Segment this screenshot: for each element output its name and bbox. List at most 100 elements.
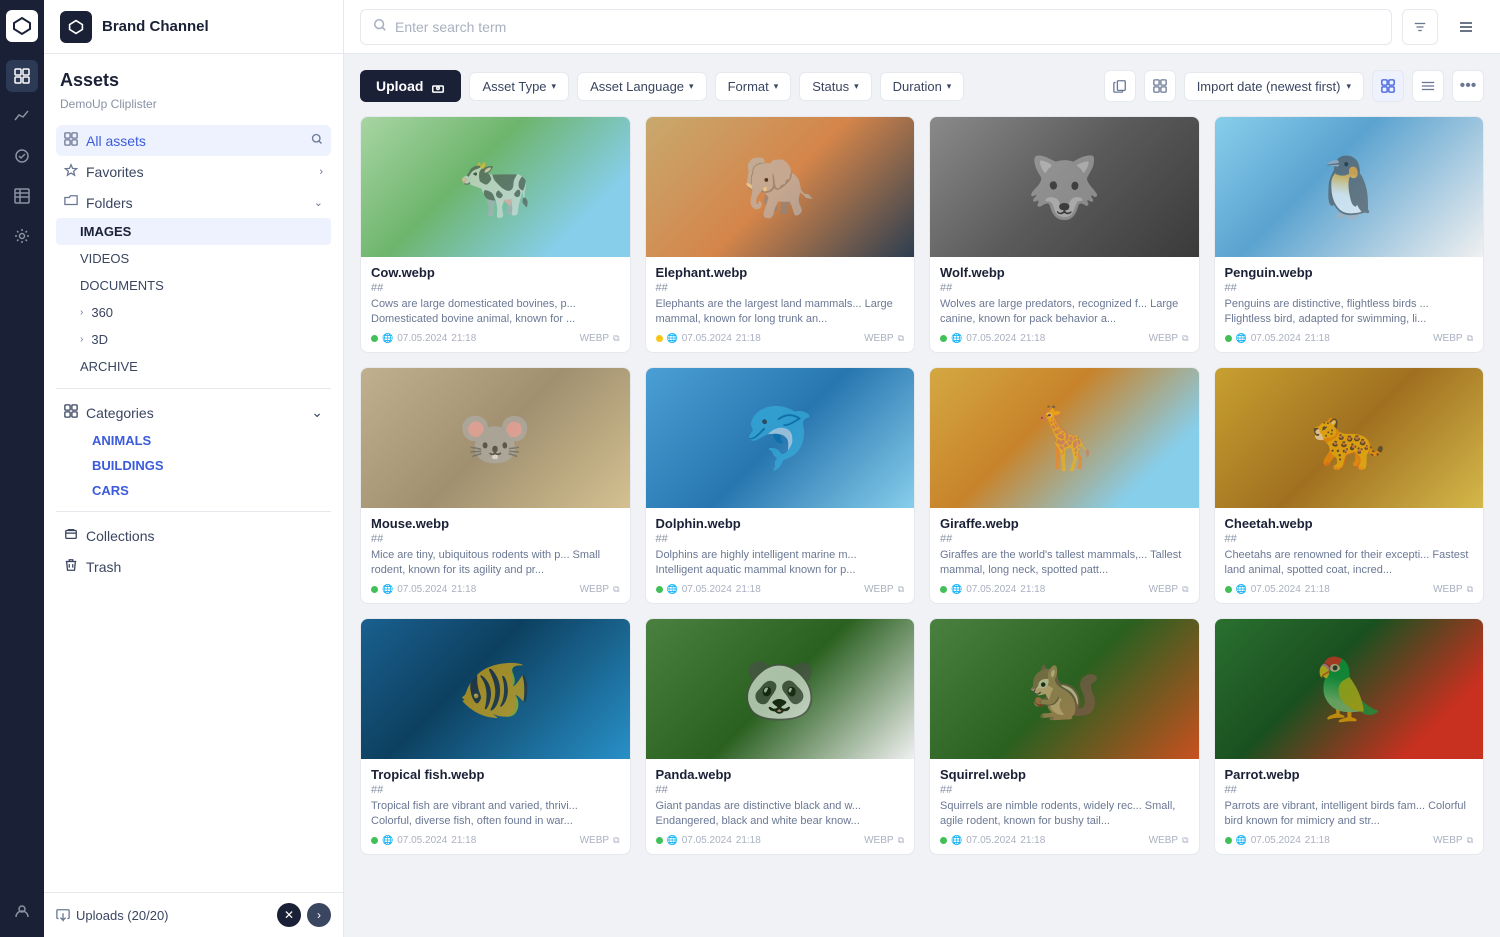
all-assets-search-icon[interactable] [311, 133, 323, 148]
asset-card-cow[interactable]: 🐄 Cow.webp ## Cows are large domesticate… [360, 116, 631, 353]
asset-tags-cow: ## [371, 282, 620, 294]
asset-name-parrot: Parrot.webp [1225, 767, 1474, 782]
asset-tags-dolphin: ## [656, 533, 905, 545]
more-options-btn[interactable]: ••• [1452, 70, 1484, 102]
sidebar-icon-check[interactable] [6, 140, 38, 172]
sort-chevron: ▾ [1346, 81, 1351, 92]
asset-card-squirrel[interactable]: 🐿️ Squirrel.webp ## Squirrels are nimble… [929, 618, 1200, 855]
filter-format-label: Format [728, 79, 769, 94]
nav-collections[interactable]: Collections [56, 520, 331, 551]
nav-favorites[interactable]: Favorites › [56, 156, 331, 187]
asset-card-mouse[interactable]: 🐭 Mouse.webp ## Mice are tiny, ubiquitou… [360, 367, 631, 604]
asset-date-wolf: 07.05.2024 [966, 333, 1016, 344]
asset-card-cheetah[interactable]: 🐆 Cheetah.webp ## Cheetahs are renowned … [1214, 367, 1485, 604]
sidebar-icon-table[interactable] [6, 180, 38, 212]
asset-time-cow: 21:18 [451, 333, 476, 344]
asset-name-squirrel: Squirrel.webp [940, 767, 1189, 782]
cat-animals[interactable]: ANIMALS [56, 428, 331, 453]
favorites-label: Favorites [86, 164, 144, 180]
asset-meta-cheetah: 🌐 07.05.2024 21:18 WEBP ⧉ [1225, 584, 1474, 595]
sort-dropdown[interactable]: Import date (newest first) ▾ [1184, 72, 1364, 101]
toolbar: Upload Asset Type ▾ Asset Language ▾ For… [360, 70, 1484, 102]
asset-status-dot-penguin [1225, 335, 1232, 342]
sidebar-icon-analytics[interactable] [6, 100, 38, 132]
asset-card-penguin[interactable]: 🐧 Penguin.webp ## Penguins are distincti… [1214, 116, 1485, 353]
folder-images[interactable]: IMAGES [56, 218, 331, 245]
folder-3d-arrow: › [80, 334, 83, 345]
asset-desc-wolf: Wolves are large predators, recognized f… [940, 297, 1189, 327]
upload-label: Upload [376, 78, 423, 94]
uploads-info: Uploads (20/20) [56, 908, 169, 923]
filter-icon-btn[interactable] [1402, 9, 1438, 45]
asset-status-dot-elephant [656, 335, 663, 342]
asset-meta-tropical-fish: 🌐 07.05.2024 21:18 WEBP ⧉ [371, 835, 620, 846]
folder-3d[interactable]: › 3D [56, 326, 331, 353]
filter-asset-type[interactable]: Asset Type ▾ [469, 72, 569, 101]
asset-info-tropical-fish: Tropical fish.webp ## Tropical fish are … [361, 759, 630, 854]
asset-name-tropical-fish: Tropical fish.webp [371, 767, 620, 782]
uploads-close-btn[interactable]: ✕ [277, 903, 301, 927]
asset-copy-icon-penguin: ⧉ [1467, 333, 1473, 344]
asset-info-giraffe: Giraffe.webp ## Giraffes are the world's… [930, 508, 1199, 603]
asset-globe-icon-squirrel: 🌐 [951, 835, 962, 846]
asset-card-giraffe[interactable]: 🦒 Giraffe.webp ## Giraffes are the world… [929, 367, 1200, 604]
asset-date-cheetah: 07.05.2024 [1251, 584, 1301, 595]
folder-documents-label: DOCUMENTS [80, 278, 164, 293]
copy-btn[interactable] [1104, 70, 1136, 102]
app-logo[interactable] [6, 10, 38, 42]
cat-cars[interactable]: CARS [56, 478, 331, 503]
upload-button[interactable]: Upload [360, 70, 461, 102]
search-input-wrap[interactable] [360, 9, 1392, 45]
top-bar: Brand Channel [44, 0, 343, 54]
asset-format-penguin: WEBP [1433, 333, 1462, 344]
filter-format-chevron: ▾ [774, 81, 779, 92]
asset-card-tropical-fish[interactable]: 🐠 Tropical fish.webp ## Tropical fish ar… [360, 618, 631, 855]
asset-copy-icon-parrot: ⧉ [1467, 835, 1473, 846]
folder-archive[interactable]: ARCHIVE [56, 353, 331, 380]
asset-thumb-penguin: 🐧 [1215, 117, 1484, 257]
asset-meta-elephant: 🌐 07.05.2024 21:18 WEBP ⧉ [656, 333, 905, 344]
grid-view-btn[interactable] [1372, 70, 1404, 102]
folder-documents[interactable]: DOCUMENTS [56, 272, 331, 299]
asset-card-panda[interactable]: 🐼 Panda.webp ## Giant pandas are distinc… [645, 618, 916, 855]
asset-date-panda: 07.05.2024 [682, 835, 732, 846]
nav-all-assets[interactable]: All assets [56, 125, 331, 156]
filter-status[interactable]: Status ▾ [799, 72, 871, 101]
sidebar-icon-assets[interactable] [6, 60, 38, 92]
asset-format-mouse: WEBP [580, 584, 609, 595]
filter-duration-chevron: ▾ [947, 81, 952, 92]
list-view-btn[interactable] [1412, 70, 1444, 102]
sidebar-icon-settings[interactable] [6, 220, 38, 252]
asset-card-elephant[interactable]: 🐘 Elephant.webp ## Elephants are the lar… [645, 116, 916, 353]
asset-card-parrot[interactable]: 🦜 Parrot.webp ## Parrots are vibrant, in… [1214, 618, 1485, 855]
asset-copy-icon-wolf: ⧉ [1182, 333, 1188, 344]
folder-videos[interactable]: VIDEOS [56, 245, 331, 272]
search-input[interactable] [395, 19, 1379, 35]
asset-format-panda: WEBP [864, 835, 893, 846]
nav-folders[interactable]: Folders ⌄ [56, 187, 331, 218]
uploads-expand-btn[interactable]: › [307, 903, 331, 927]
sidebar-icon-user[interactable] [6, 895, 38, 927]
nav-categories[interactable]: Categories ⌄ [56, 397, 331, 428]
asset-copy-icon-cow: ⧉ [613, 333, 619, 344]
asset-time-giraffe: 21:18 [1020, 584, 1045, 595]
asset-info-penguin: Penguin.webp ## Penguins are distinctive… [1215, 257, 1484, 352]
hamburger-btn[interactable] [1448, 9, 1484, 45]
filter-duration[interactable]: Duration ▾ [880, 72, 965, 101]
asset-card-wolf[interactable]: 🐺 Wolf.webp ## Wolves are large predator… [929, 116, 1200, 353]
layout-btn[interactable] [1144, 70, 1176, 102]
asset-globe-icon-giraffe: 🌐 [951, 584, 962, 595]
asset-tags-panda: ## [656, 784, 905, 796]
asset-status-dot-panda [656, 837, 663, 844]
asset-info-parrot: Parrot.webp ## Parrots are vibrant, inte… [1215, 759, 1484, 854]
asset-copy-icon-squirrel: ⧉ [1182, 835, 1188, 846]
folder-360[interactable]: › 360 [56, 299, 331, 326]
nav-trash[interactable]: Trash [56, 551, 331, 582]
asset-format-tropical-fish: WEBP [580, 835, 609, 846]
cat-buildings[interactable]: BUILDINGS [56, 453, 331, 478]
asset-desc-mouse: Mice are tiny, ubiquitous rodents with p… [371, 548, 620, 578]
filter-format[interactable]: Format ▾ [715, 72, 792, 101]
asset-card-dolphin[interactable]: 🐬 Dolphin.webp ## Dolphins are highly in… [645, 367, 916, 604]
filter-asset-language[interactable]: Asset Language ▾ [577, 72, 707, 101]
uploads-label: Uploads (20/20) [76, 908, 169, 923]
